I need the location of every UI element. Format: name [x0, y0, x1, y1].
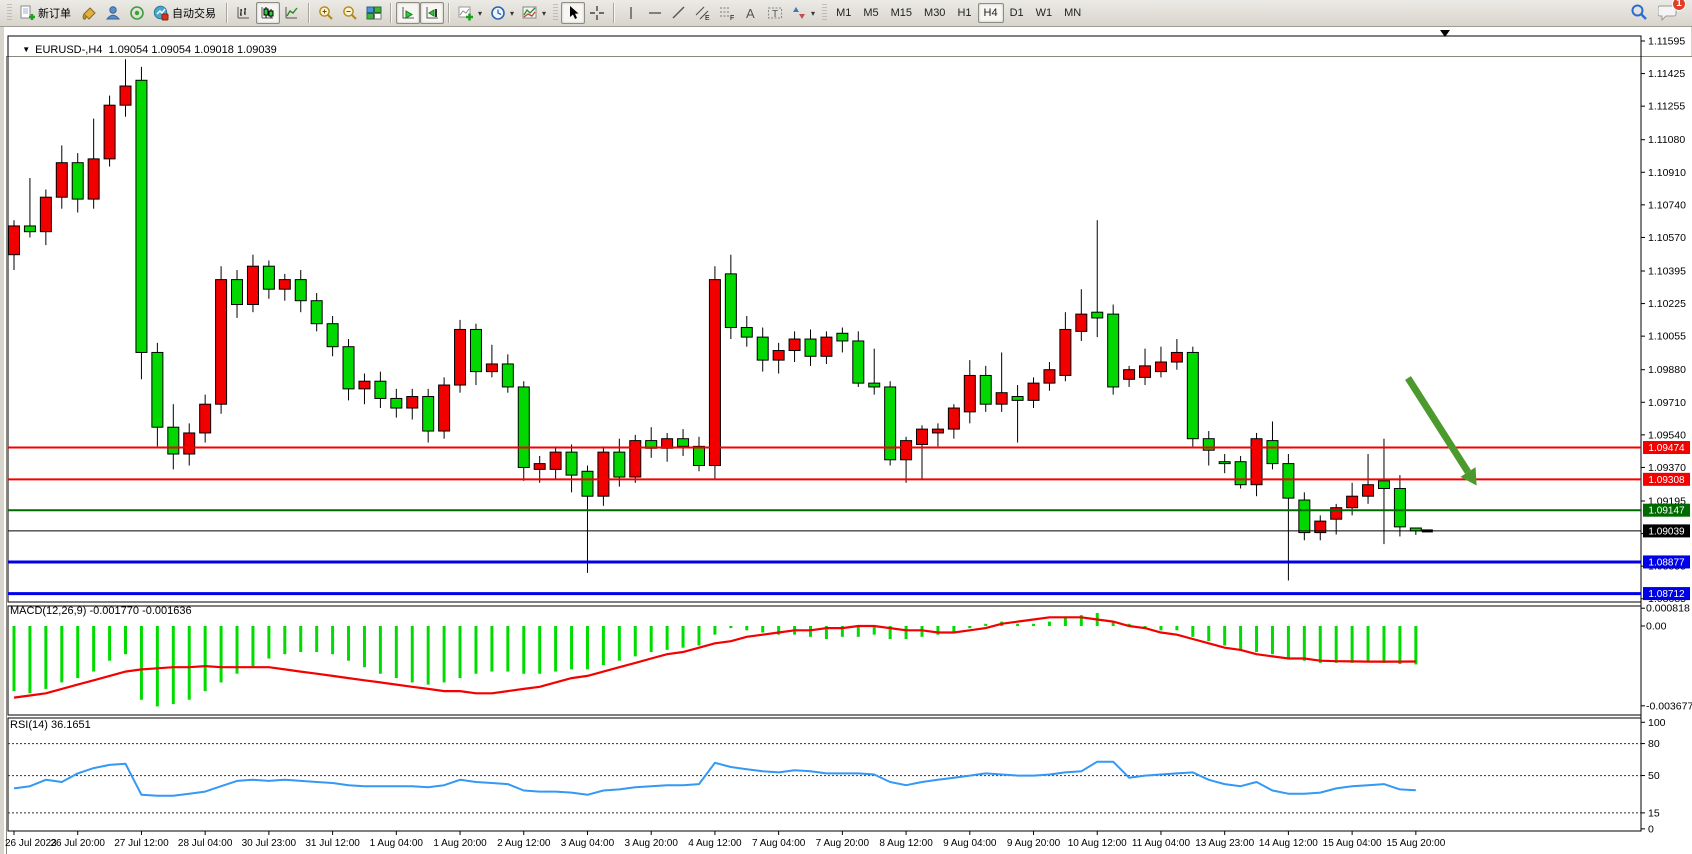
- bars-chart-icon: [236, 5, 252, 21]
- zoom-out-icon: [342, 5, 358, 21]
- timeframe-button-m1[interactable]: M1: [830, 3, 857, 23]
- broadcast-icon: [129, 5, 145, 21]
- toolbar-separator: [448, 3, 450, 23]
- template-icon: [522, 5, 538, 21]
- notification-badge: 1: [1672, 0, 1686, 11]
- timeframe-button-m5[interactable]: M5: [857, 3, 884, 23]
- user-icon: [105, 5, 121, 21]
- tile-windows-button[interactable]: [362, 2, 386, 24]
- clock-icon: [490, 5, 506, 21]
- chart-bars-button[interactable]: [232, 2, 256, 24]
- community-button[interactable]: [101, 2, 125, 24]
- search-icon[interactable]: [1630, 3, 1648, 24]
- horizontal-line-button[interactable]: [643, 2, 667, 24]
- arrows-button[interactable]: ▾: [787, 2, 819, 24]
- cursor-button[interactable]: [561, 2, 585, 24]
- mt4-application: 新订单 自动交易: [0, 0, 1692, 854]
- trendline-icon: [671, 5, 687, 21]
- crosshair-icon: [589, 5, 605, 21]
- fibonacci-button[interactable]: F: [715, 2, 739, 24]
- chart-shift-button[interactable]: [420, 2, 444, 24]
- macd-indicator-label: MACD(12,26,9) -0.001770 -0.001636: [10, 605, 192, 617]
- chat-bubble-icon: [1658, 12, 1678, 24]
- text-label-icon: T: [767, 5, 783, 21]
- templates-dropdown-arrow[interactable]: ▾: [542, 9, 546, 18]
- text-button[interactable]: A: [739, 2, 763, 24]
- zoom-in-icon: [318, 5, 334, 21]
- timeframe-button-w1[interactable]: W1: [1030, 3, 1059, 23]
- autotrading-icon: [153, 5, 169, 21]
- chart-title: ▼ EURUSD-,H4 1.09054 1.09054 1.09018 1.09…: [10, 32, 277, 68]
- vertical-line-icon: [623, 5, 639, 21]
- autotrading-button[interactable]: 自动交易: [149, 2, 222, 24]
- fibonacci-icon: F: [719, 5, 735, 21]
- svg-text:T: T: [772, 9, 778, 20]
- cursor-icon: [565, 5, 581, 21]
- toolbar-separator: [308, 3, 310, 23]
- indicators-dropdown-arrow[interactable]: ▾: [478, 9, 482, 18]
- candlestick-chart-icon: [260, 5, 276, 21]
- chart-ohlc-values: 1.09054 1.09054 1.09018 1.09039: [109, 44, 277, 56]
- indicators-button[interactable]: ▾: [454, 2, 486, 24]
- timeframe-button-h1[interactable]: H1: [951, 3, 977, 23]
- periods-dropdown-arrow[interactable]: ▾: [510, 9, 514, 18]
- auto-scroll-icon: [400, 5, 416, 21]
- chart-candles-button[interactable]: [256, 2, 280, 24]
- timeframe-group: M1M5M15M30H1H4D1W1MN: [830, 3, 1087, 23]
- svg-text:A: A: [746, 6, 755, 21]
- horizontal-line-icon: [647, 5, 663, 21]
- paint-bucket-icon: [81, 5, 97, 21]
- collapse-icon[interactable]: ▼: [22, 45, 30, 54]
- new-order-button[interactable]: 新订单: [15, 2, 77, 24]
- arrows-icon: [791, 5, 807, 21]
- styler-button[interactable]: [77, 2, 101, 24]
- timeframe-button-m15[interactable]: M15: [885, 3, 918, 23]
- timeframe-button-h4[interactable]: H4: [978, 3, 1004, 23]
- equidistant-channel-button[interactable]: E: [691, 2, 715, 24]
- tile-windows-icon: [366, 5, 382, 21]
- add-indicator-icon: [458, 5, 474, 21]
- chart-line-button[interactable]: [280, 2, 304, 24]
- chart-area[interactable]: [0, 27, 1692, 854]
- notifications-button[interactable]: 1: [1658, 3, 1678, 24]
- text-icon: A: [743, 5, 759, 21]
- svg-text:E: E: [705, 15, 710, 21]
- zoom-out-button[interactable]: [338, 2, 362, 24]
- main-toolbar: 新订单 自动交易: [0, 0, 1692, 27]
- chart-symbol-period: EURUSD-,H4: [35, 44, 102, 56]
- chart-shift-icon: [424, 5, 440, 21]
- toolbar-grip: [7, 4, 12, 22]
- auto-scroll-button[interactable]: [396, 2, 420, 24]
- svg-text:F: F: [730, 15, 734, 21]
- zoom-in-button[interactable]: [314, 2, 338, 24]
- text-label-button[interactable]: T: [763, 2, 787, 24]
- timeframe-button-d1[interactable]: D1: [1004, 3, 1030, 23]
- channel-icon: E: [695, 5, 711, 21]
- toolbar-separator: [226, 3, 228, 23]
- arrows-dropdown-arrow[interactable]: ▾: [811, 9, 815, 18]
- timeframe-button-m30[interactable]: M30: [918, 3, 951, 23]
- crosshair-button[interactable]: [585, 2, 609, 24]
- toolbar-grip: [553, 4, 558, 22]
- vertical-line-button[interactable]: [619, 2, 643, 24]
- timeframe-button-mn[interactable]: MN: [1058, 3, 1087, 23]
- toolbar-grip: [822, 4, 827, 22]
- periods-button[interactable]: ▾: [486, 2, 518, 24]
- toolbar-separator: [390, 3, 392, 23]
- templates-button[interactable]: ▾: [518, 2, 550, 24]
- line-chart-icon: [284, 5, 300, 21]
- new-order-label: 新订单: [38, 5, 73, 21]
- trendline-button[interactable]: [667, 2, 691, 24]
- chart-window-frame: [6, 56, 1692, 854]
- toolbar-separator: [613, 3, 615, 23]
- new-order-icon: [19, 5, 35, 21]
- autotrading-label: 自动交易: [172, 5, 218, 21]
- rsi-indicator-label: RSI(14) 36.1651: [10, 719, 91, 731]
- signals-button[interactable]: [125, 2, 149, 24]
